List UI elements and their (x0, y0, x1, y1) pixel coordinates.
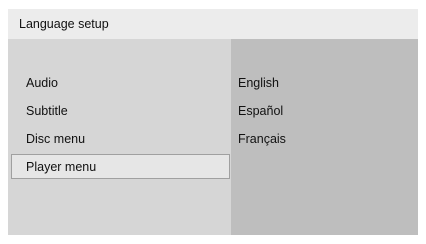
language-options-panel: English Español Français (231, 39, 418, 235)
menu-item-player-menu[interactable]: Player menu (11, 154, 230, 179)
menu-item-label: Audio (26, 76, 58, 90)
page-title: Language setup (19, 17, 109, 31)
option-label: English (238, 76, 279, 90)
settings-menu-panel: Audio Subtitle Disc menu Player menu (8, 39, 231, 235)
menu-item-audio[interactable]: Audio (8, 71, 231, 95)
menu-item-label: Player menu (26, 159, 97, 174)
option-francais[interactable]: Français (231, 127, 418, 151)
header-bar: Language setup (8, 9, 418, 39)
option-english[interactable]: English (231, 71, 418, 95)
option-label: Français (238, 132, 286, 146)
menu-item-label: Subtitle (26, 104, 68, 118)
language-setup-window: Language setup Audio Subtitle Disc menu … (8, 9, 418, 235)
option-espanol[interactable]: Español (231, 99, 418, 123)
menu-item-disc-menu[interactable]: Disc menu (8, 127, 231, 151)
option-label: Español (238, 104, 284, 118)
menu-item-subtitle[interactable]: Subtitle (8, 99, 231, 123)
menu-item-label: Disc menu (26, 132, 86, 146)
